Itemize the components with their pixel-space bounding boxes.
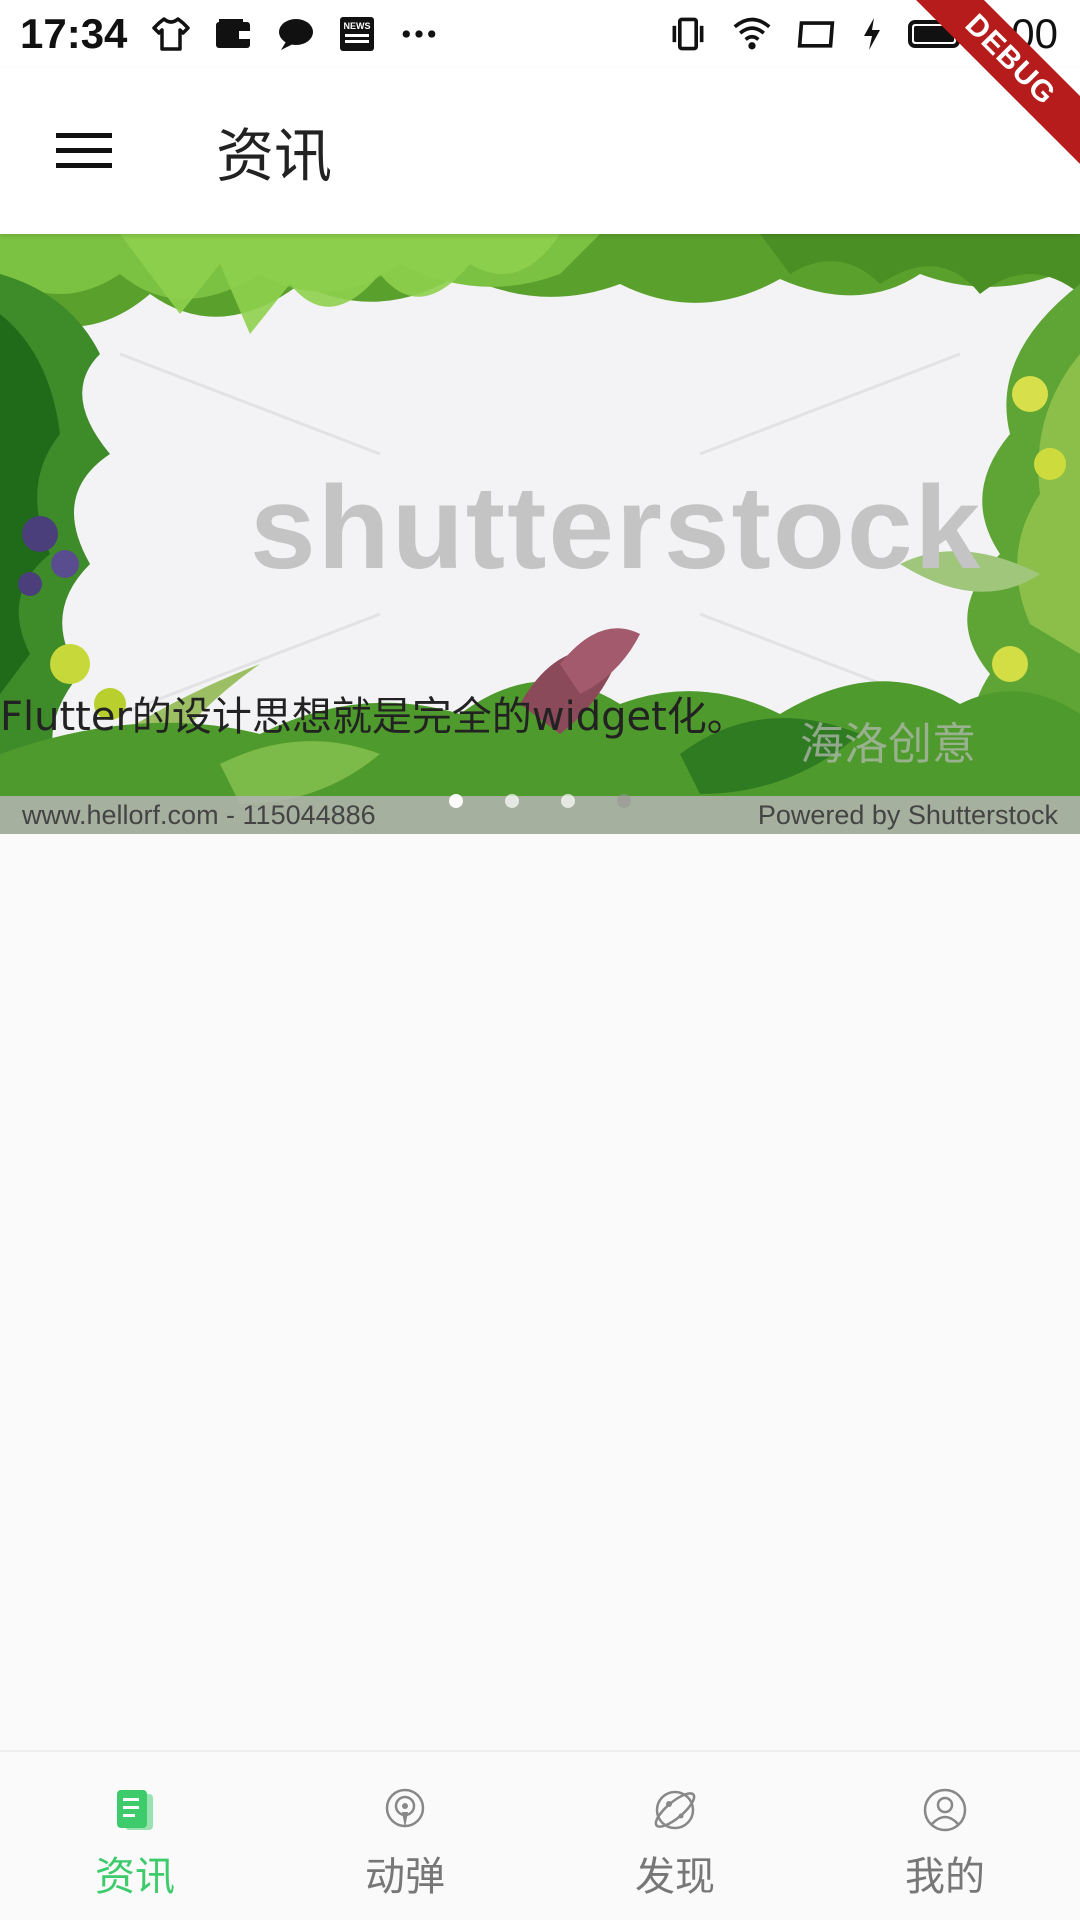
banner-caption: Flutter的设计思想就是完全的widget化。	[0, 694, 747, 740]
status-icons-left: NEWS	[151, 14, 439, 54]
screen-icon	[796, 14, 836, 54]
charging-icon	[860, 14, 884, 54]
more-dots-icon	[399, 14, 439, 54]
carousel-dot[interactable]	[449, 794, 463, 808]
wifi-icon	[732, 14, 772, 54]
menu-button[interactable]	[24, 91, 144, 211]
nav-item-me[interactable]: 我的	[810, 1752, 1080, 1920]
watermark-text: shutterstock	[250, 462, 983, 594]
vibrate-icon	[668, 14, 708, 54]
status-time: 17:34	[20, 10, 128, 57]
content-area	[0, 834, 1080, 1750]
nav-item-tweet[interactable]: 动弹	[270, 1752, 540, 1920]
bottom-navigation: 资讯 动弹 发现 我的	[0, 1750, 1080, 1920]
app-bar: 资讯	[0, 68, 1080, 234]
planet-icon	[654, 1790, 696, 1830]
watermark-cn: 海洛创意	[800, 719, 976, 770]
carousel-dot[interactable]	[561, 794, 575, 808]
status-bar: 17:34 NEWS 100	[0, 0, 1080, 68]
banner-carousel[interactable]: shutterstock 海洛创意 Flutter的设计思想就是完全的widge…	[0, 234, 1080, 834]
carousel-dot[interactable]	[505, 794, 519, 808]
podcast-icon	[385, 1788, 425, 1828]
nav-item-discover[interactable]: 发现	[540, 1752, 810, 1920]
carousel-dot[interactable]	[617, 794, 631, 808]
carousel-indicator	[0, 794, 1080, 808]
nav-item-news[interactable]: 资讯	[0, 1752, 270, 1920]
news-icon: NEWS	[337, 14, 377, 54]
nav-label-news: 资讯	[95, 1854, 175, 1900]
shirt-icon	[151, 14, 191, 54]
user-circle-icon	[923, 1788, 967, 1832]
news-doc-icon	[117, 1790, 153, 1830]
hamburger-menu-icon	[56, 133, 112, 168]
nav-label-tweet: 动弹	[365, 1854, 445, 1900]
svg-text:NEWS: NEWS	[344, 21, 371, 31]
nav-label-discover: 发现	[635, 1854, 715, 1900]
wallet-icon	[213, 14, 253, 54]
page-title: 资讯	[216, 122, 333, 190]
nav-label-me: 我的	[905, 1854, 985, 1900]
chat-bubble-icon	[275, 14, 315, 54]
